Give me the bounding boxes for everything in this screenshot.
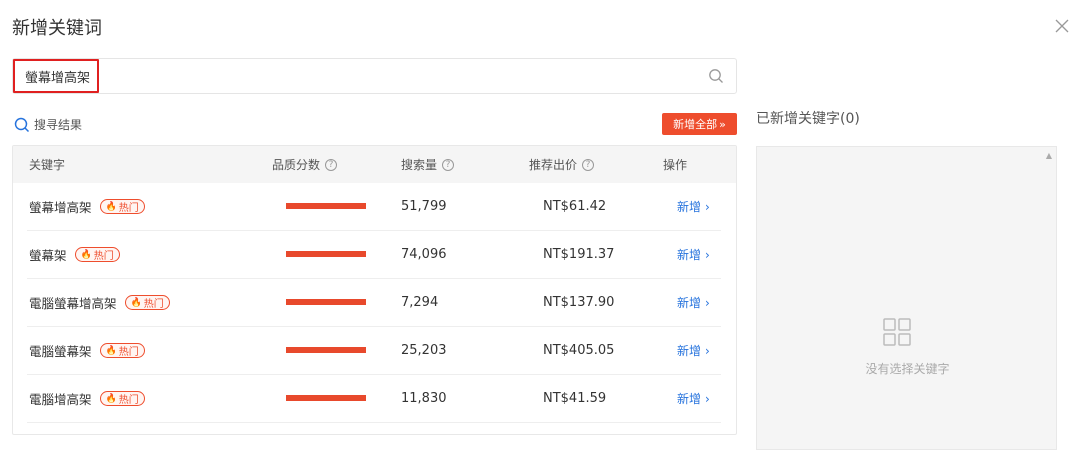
bid-cell: NT$191.37 [543,247,615,262]
keyword-cell: 電腦螢幕架 🔥 热门 [29,327,145,374]
table-row: 電腦螢幕增高架 🔥 热门 7,294 NT$137.90 新增 › [27,279,721,327]
volume-cell: 74,096 [401,247,447,262]
header-quality: 品质分数? [272,146,338,183]
chevron-right-icon: › [705,247,710,262]
chevron-right-icon: › [705,343,710,358]
flame-icon: 🔥 [105,201,117,212]
quality-bar [286,347,366,353]
add-keyword-link[interactable]: 新增 › [677,375,710,422]
header-volume: 搜索量? [401,146,455,183]
volume-cell: 25,203 [401,343,447,358]
volume-cell: 51,799 [401,199,447,214]
add-keyword-link[interactable]: 新增 › [677,183,710,230]
search-results-text: 搜寻结果 [34,118,83,132]
flame-icon: 🔥 [105,345,117,356]
bid-cell: NT$41.59 [543,391,607,406]
flame-icon: 🔥 [130,297,142,308]
hot-badge: 🔥 热门 [124,295,170,310]
table-row: 螢幕架 🔥 热门 74,096 NT$191.37 新增 › [27,231,721,279]
header-bid: 推荐出价? [529,146,595,183]
quality-bar [286,203,366,209]
dialog-title: 新增关键词 [12,18,102,39]
selected-keywords-title: 已新增关键字(0) [756,111,860,127]
keyword-cell: 電腦螢幕增高架 🔥 热门 [29,279,170,326]
hot-badge: 🔥 热门 [99,343,145,358]
empty-state-text: 没有选择关键字 [865,362,950,376]
hot-badge: 🔥 热门 [99,391,145,406]
search-icon [14,117,30,133]
keyword-cell: 螢幕增高架 🔥 热门 [29,183,145,230]
search-input[interactable] [25,59,685,93]
add-keyword-link[interactable]: 新增 › [677,231,710,278]
help-icon[interactable]: ? [442,158,455,171]
table-row: 電腦螢幕架 🔥 热门 25,203 NT$405.05 新增 › [27,327,721,375]
quality-bar [286,395,366,401]
table-row: 螢幕增高架 🔥 热门 51,799 NT$61.42 新增 › [27,183,721,231]
bid-cell: NT$61.42 [543,199,607,214]
add-all-label: 新增全部 [673,118,718,131]
volume-cell: 11,830 [401,391,447,406]
selected-keywords-panel[interactable]: ▲ 没有选择关键字 [756,146,1057,450]
help-icon[interactable]: ? [582,158,595,171]
add-keyword-link[interactable]: 新增 › [677,327,710,374]
search-box [12,58,737,94]
header-action: 操作 [663,158,688,172]
search-highlight-box [13,59,99,93]
keyword-cell: 電腦增高架 🔥 热门 [29,375,145,422]
flame-icon: 🔥 [80,249,92,260]
help-icon[interactable]: ? [325,158,338,171]
grid-icon [882,317,912,347]
table-header: 关键字 品质分数? 搜索量? 推荐出价? 操作 [13,146,736,183]
header-keyword: 关键字 [29,158,66,172]
bid-cell: NT$405.05 [543,343,615,358]
close-icon[interactable] [1054,18,1070,34]
table-row: 電腦增高架 🔥 热门 11,830 NT$41.59 新增 › [27,375,721,423]
keyword-cell: 螢幕架 🔥 热门 [29,231,120,278]
search-results-label: 搜寻结果 [14,116,82,133]
add-all-button[interactable]: 新增全部 » [662,113,737,135]
chevron-right-icon: › [705,199,710,214]
scroll-up-icon[interactable]: ▲ [1046,151,1052,160]
chevron-right-icon: › [705,295,710,310]
bid-cell: NT$137.90 [543,295,615,310]
search-icon[interactable] [708,68,724,84]
hot-badge: 🔥 热门 [74,247,120,262]
hot-badge: 🔥 热门 [99,199,145,214]
quality-bar [286,299,366,305]
volume-cell: 7,294 [401,295,439,310]
add-keyword-link[interactable]: 新增 › [677,279,710,326]
flame-icon: 🔥 [105,393,117,404]
chevron-right-icon: › [705,391,710,406]
keyword-table: 关键字 品质分数? 搜索量? 推荐出价? 操作 螢幕增高架 🔥 热门 51,799 … [12,145,737,435]
double-chevron-right-icon: » [719,117,726,131]
quality-bar [286,251,366,257]
